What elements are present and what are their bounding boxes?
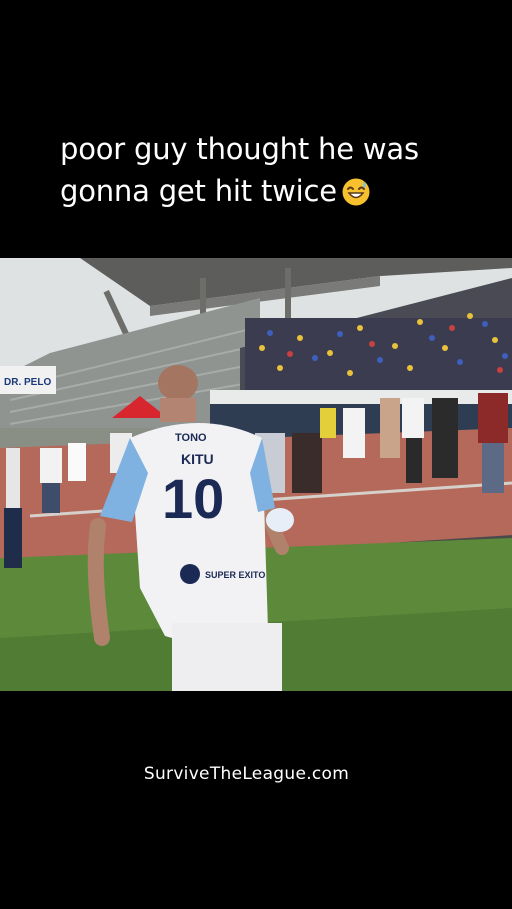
caption-line-1: poor guy thought he was xyxy=(60,132,419,166)
jersey-top-sponsor: TONO xyxy=(175,432,207,444)
banner-text: DR. PELO xyxy=(4,377,51,388)
grinning-sweat-emoji-icon xyxy=(341,176,371,218)
video-frame[interactable]: DR. PELO TONO KITU 10 SUPER EXITO xyxy=(0,258,512,691)
stadium-scene: DR. PELO TONO KITU 10 SUPER EXITO xyxy=(0,258,512,691)
watermark: SurviveTheLeague.com xyxy=(143,764,350,784)
jersey-name: KITU xyxy=(181,451,214,467)
crowd xyxy=(245,313,512,393)
jersey-number: 10 xyxy=(162,467,224,530)
jersey-sponsor: SUPER EXITO xyxy=(205,570,265,580)
caption-line-2: gonna get hit twice xyxy=(60,170,480,218)
caption: poor guy thought he was gonna get hit tw… xyxy=(60,128,480,218)
caption-line-2-text: gonna get hit twice xyxy=(60,174,337,208)
